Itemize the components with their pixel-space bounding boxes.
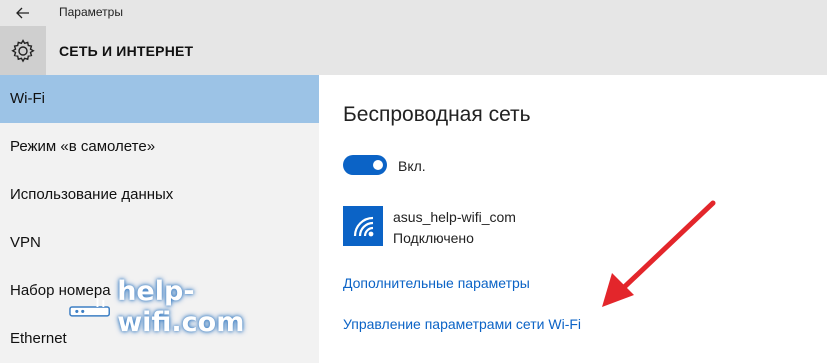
sidebar-item-label: Режим «в самолете» [10, 138, 156, 155]
sidebar-item-data-usage[interactable]: Использование данных [0, 171, 319, 219]
sidebar-item-label: Wi-Fi [10, 90, 45, 107]
wifi-icon [353, 216, 374, 237]
title-bar: Параметры [0, 0, 827, 26]
router-icon [69, 298, 110, 317]
manage-wifi-settings-link[interactable]: Управление параметрами сети Wi-Fi [343, 316, 581, 332]
sidebar-item-vpn[interactable]: VPN [0, 219, 319, 267]
settings-home-button[interactable] [0, 26, 46, 75]
sidebar-item-label: Ethernet [10, 330, 67, 347]
window-title: Параметры [59, 5, 123, 19]
gear-icon [11, 38, 35, 63]
sidebar-item-wifi[interactable]: Wi-Fi [0, 75, 319, 123]
red-arrow-annotation [602, 200, 716, 307]
sidebar-item-label: VPN [10, 234, 41, 251]
watermark-text: help-wifi.com [117, 276, 245, 338]
sidebar-item-label: Использование данных [10, 186, 174, 203]
back-arrow-icon [16, 7, 29, 19]
toggle-knob [373, 160, 383, 170]
section-heading: Беспроводная сеть [343, 103, 531, 126]
watermark: help-wifi.com [68, 276, 318, 338]
network-item[interactable] [343, 206, 383, 246]
page-title: СЕТЬ И ИНТЕРНЕТ [59, 43, 194, 59]
advanced-settings-link[interactable]: Дополнительные параметры [343, 275, 530, 291]
wifi-toggle[interactable] [343, 155, 387, 175]
network-name: asus_help-wifi_com [393, 209, 516, 225]
back-button[interactable] [0, 0, 46, 26]
page-header: СЕТЬ И ИНТЕРНЕТ [0, 26, 827, 75]
toggle-label: Вкл. [398, 158, 426, 174]
sidebar-item-airplane-mode[interactable]: Режим «в самолете» [0, 123, 319, 171]
network-status: Подключено [393, 230, 474, 246]
main-content: Беспроводная сеть Вкл. asus_help-wifi_co… [319, 75, 827, 363]
